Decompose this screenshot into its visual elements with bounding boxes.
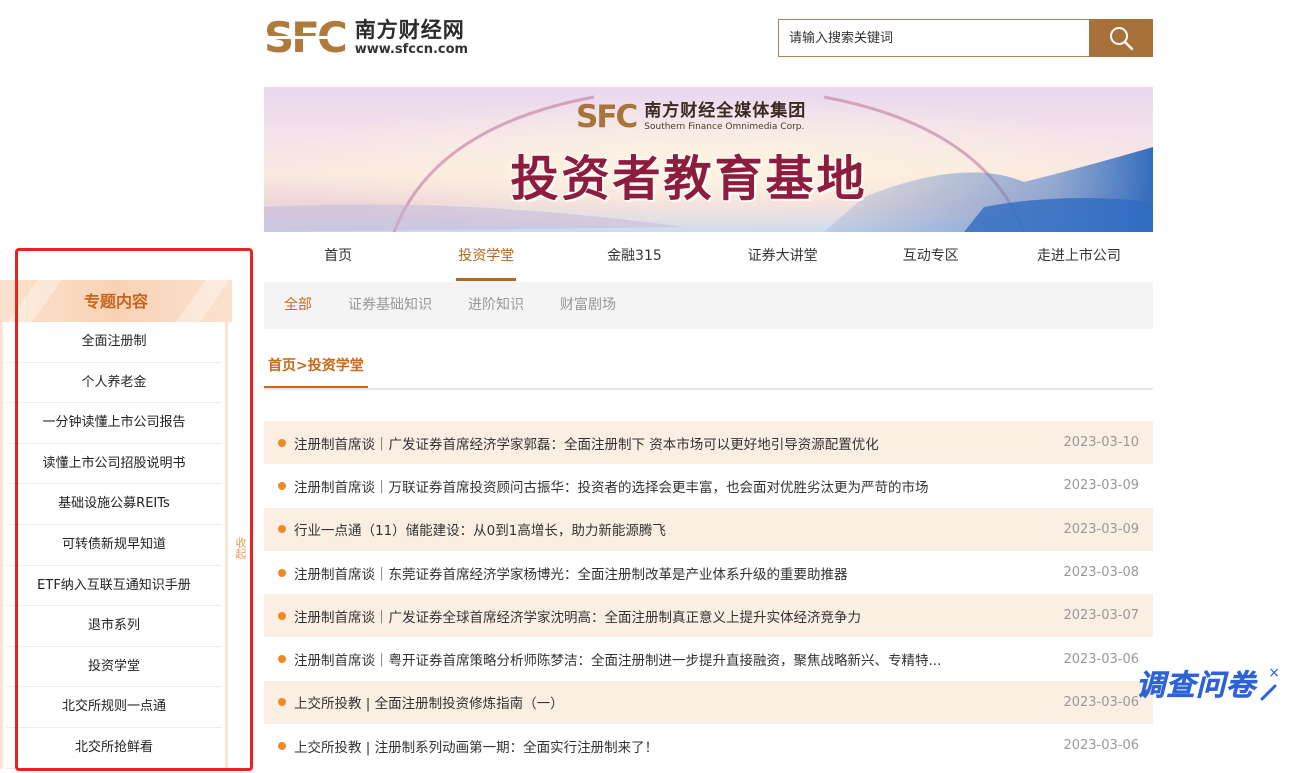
list-item[interactable]: 注册制首席谈｜广发证券全球首席经济学家沈明高：全面注册制真正意义上提升实体经济竞… [264,594,1153,638]
bullet-icon [278,481,286,490]
search-button[interactable] [1089,19,1153,57]
sidebar-item-delisting[interactable]: 退市系列 [6,606,222,647]
article-date: 2023-03-08 [1063,565,1139,581]
nav-item-home[interactable]: 首页 [264,232,412,281]
article-title[interactable]: 上交所投教 | 注册制系列动画第一期：全面实行注册制来了！ [294,736,1059,756]
sidebar-collapse-button[interactable]: 收起 [232,524,248,572]
sidebar-item-etf-connect[interactable]: ETF纳入互联互通知识手册 [6,566,222,607]
search-bar [778,19,1153,57]
list-item[interactable]: 上交所投教 | 全面注册制投资修炼指南（一） 2023-03-06 [264,680,1153,725]
article-title[interactable]: 注册制首席谈｜万联证券首席投资顾问古振华：投资者的选择会更丰富，也会面对优胜劣汰… [294,476,1059,496]
nav-item-finance-315[interactable]: 金融315 [560,232,708,281]
nav-item-securities-lecture[interactable]: 证券大讲堂 [709,232,857,281]
article-title[interactable]: 注册制首席谈｜粤开证券首席策略分析师陈梦洁：全面注册制进一步提升直接融资，聚焦战… [294,649,1059,669]
article-date: 2023-03-06 [1063,738,1139,754]
list-item[interactable]: 注册制首席谈｜东莞证券首席经济学家杨博光：全面注册制改革是产业体系升级的重要助推… [264,551,1153,594]
subnav-item-all[interactable]: 全部 [284,282,312,329]
subnav-item-advanced[interactable]: 进阶知识 [468,282,524,329]
survey-label[interactable]: 调查问卷 [1136,668,1256,703]
logo-mark: SFC [264,13,348,62]
topic-sidebar: 专题内容 全面注册制 个人养老金 一分钟读懂上市公司报告 读懂上市公司招股说明书… [0,280,232,773]
sub-nav: 全部 证券基础知识 进阶知识 财富剧场 [264,282,1153,329]
subnav-item-basics[interactable]: 证券基础知识 [348,282,432,329]
bullet-icon [278,611,286,620]
sidebar-title-text: 专题内容 [83,292,148,311]
bullet-icon [278,655,286,664]
list-item[interactable]: 注册制首席谈｜万联证券首席投资顾问古振华：投资者的选择会更丰富，也会面对优胜劣汰… [264,464,1153,507]
article-title[interactable]: 上交所投教 | 全面注册制投资修炼指南（一） [294,692,1059,712]
banner-group-mark: SFC [576,98,638,135]
article-date: 2023-03-09 [1063,478,1139,494]
bullet-icon [278,568,286,577]
sidebar-item-investment-school[interactable]: 投资学堂 [6,647,222,688]
bullet-icon [278,741,286,750]
bullet-icon [278,438,286,447]
article-title[interactable]: 注册制首席谈｜广发证券全球首席经济学家沈明高：全面注册制真正意义上提升实体经济竞… [294,606,1059,626]
breadcrumb: 首页>投资学堂 [264,348,1153,390]
list-item[interactable]: 上交所投教 | 注册制系列动画第一期：全面实行注册制来了！ 2023-03-06 [264,724,1153,767]
article-date: 2023-03-10 [1063,435,1139,451]
survey-badge[interactable]: 调查问卷 × [1136,664,1286,706]
article-title[interactable]: 行业一点通（11）储能建设：从0到1高增长，助力新能源腾飞 [294,519,1059,539]
close-icon[interactable]: × [1268,666,1280,680]
logo-name: 南方财经网 [354,18,465,42]
banner-group-logo: SFC 南方财经全媒体集团 Southern Finance Omnimedia… [576,101,806,133]
bullet-icon [278,698,286,707]
article-title[interactable]: 注册制首席谈｜东莞证券首席经济学家杨博光：全面注册制改革是产业体系升级的重要助推… [294,563,1059,583]
article-list: 注册制首席谈｜广发证券首席经济学家郭磊：全面注册制下 资本市场可以更好地引导资源… [264,421,1153,767]
site-logo[interactable]: SFC 南方财经网 www.sfccn.com [264,14,484,62]
sidebar-title: 专题内容 [0,280,232,322]
sidebar-item-company-report[interactable]: 一分钟读懂上市公司报告 [6,403,222,444]
breadcrumb-current[interactable]: 投资学堂 [308,358,364,374]
sidebar-item-bse-preview[interactable]: 北交所抢鲜看 [6,728,222,769]
nav-item-investment-school[interactable]: 投资学堂 [412,232,560,281]
sidebar-item-bse-rules[interactable]: 北交所规则一点通 [6,687,222,728]
banner-group-name: 南方财经全媒体集团 [644,101,807,121]
nav-item-listed-companies[interactable]: 走进上市公司 [1005,232,1153,281]
sidebar-item-reits[interactable]: 基础设施公募REITs [6,484,222,525]
breadcrumb-home[interactable]: 首页 [268,358,296,374]
sidebar-item-convertible-bonds[interactable]: 可转债新规早知道 [6,525,222,566]
article-date: 2023-03-06 [1063,651,1139,667]
banner-group-en: Southern Finance Omnimedia Corp. [644,122,805,132]
logo-url: www.sfccn.com [354,42,469,57]
sidebar-item-registration-system[interactable]: 全面注册制 [6,322,222,363]
breadcrumb-separator: > [296,358,308,374]
list-item[interactable]: 注册制首席谈｜粤开证券首席策略分析师陈梦洁：全面注册制进一步提升直接融资，聚焦战… [264,637,1153,680]
search-icon [1110,27,1134,51]
sidebar-item-prospectus[interactable]: 读懂上市公司招股说明书 [6,444,222,485]
article-date: 2023-03-06 [1063,694,1139,710]
pen-icon [1260,684,1277,701]
article-date: 2023-03-07 [1063,608,1139,624]
search-input[interactable] [778,19,1089,57]
subnav-item-wealth-theater[interactable]: 财富剧场 [560,282,616,329]
sidebar-item-personal-pension[interactable]: 个人养老金 [6,363,222,404]
bullet-icon [278,525,286,534]
banner-title: 投资者教育基地 [510,151,868,207]
list-item[interactable]: 行业一点通（11）储能建设：从0到1高增长，助力新能源腾飞 2023-03-09 [264,507,1153,551]
nav-item-interactive-zone[interactable]: 互动专区 [857,232,1005,281]
list-item[interactable]: 注册制首席谈｜广发证券首席经济学家郭磊：全面注册制下 资本市场可以更好地引导资源… [264,421,1153,465]
article-title[interactable]: 注册制首席谈｜广发证券首席经济学家郭磊：全面注册制下 资本市场可以更好地引导资源… [294,433,1059,453]
banner: SFC 南方财经全媒体集团 Southern Finance Omnimedia… [264,87,1153,232]
article-date: 2023-03-09 [1063,521,1139,537]
main-nav: 首页 投资学堂 金融315 证券大讲堂 互动专区 走进上市公司 [264,232,1153,281]
